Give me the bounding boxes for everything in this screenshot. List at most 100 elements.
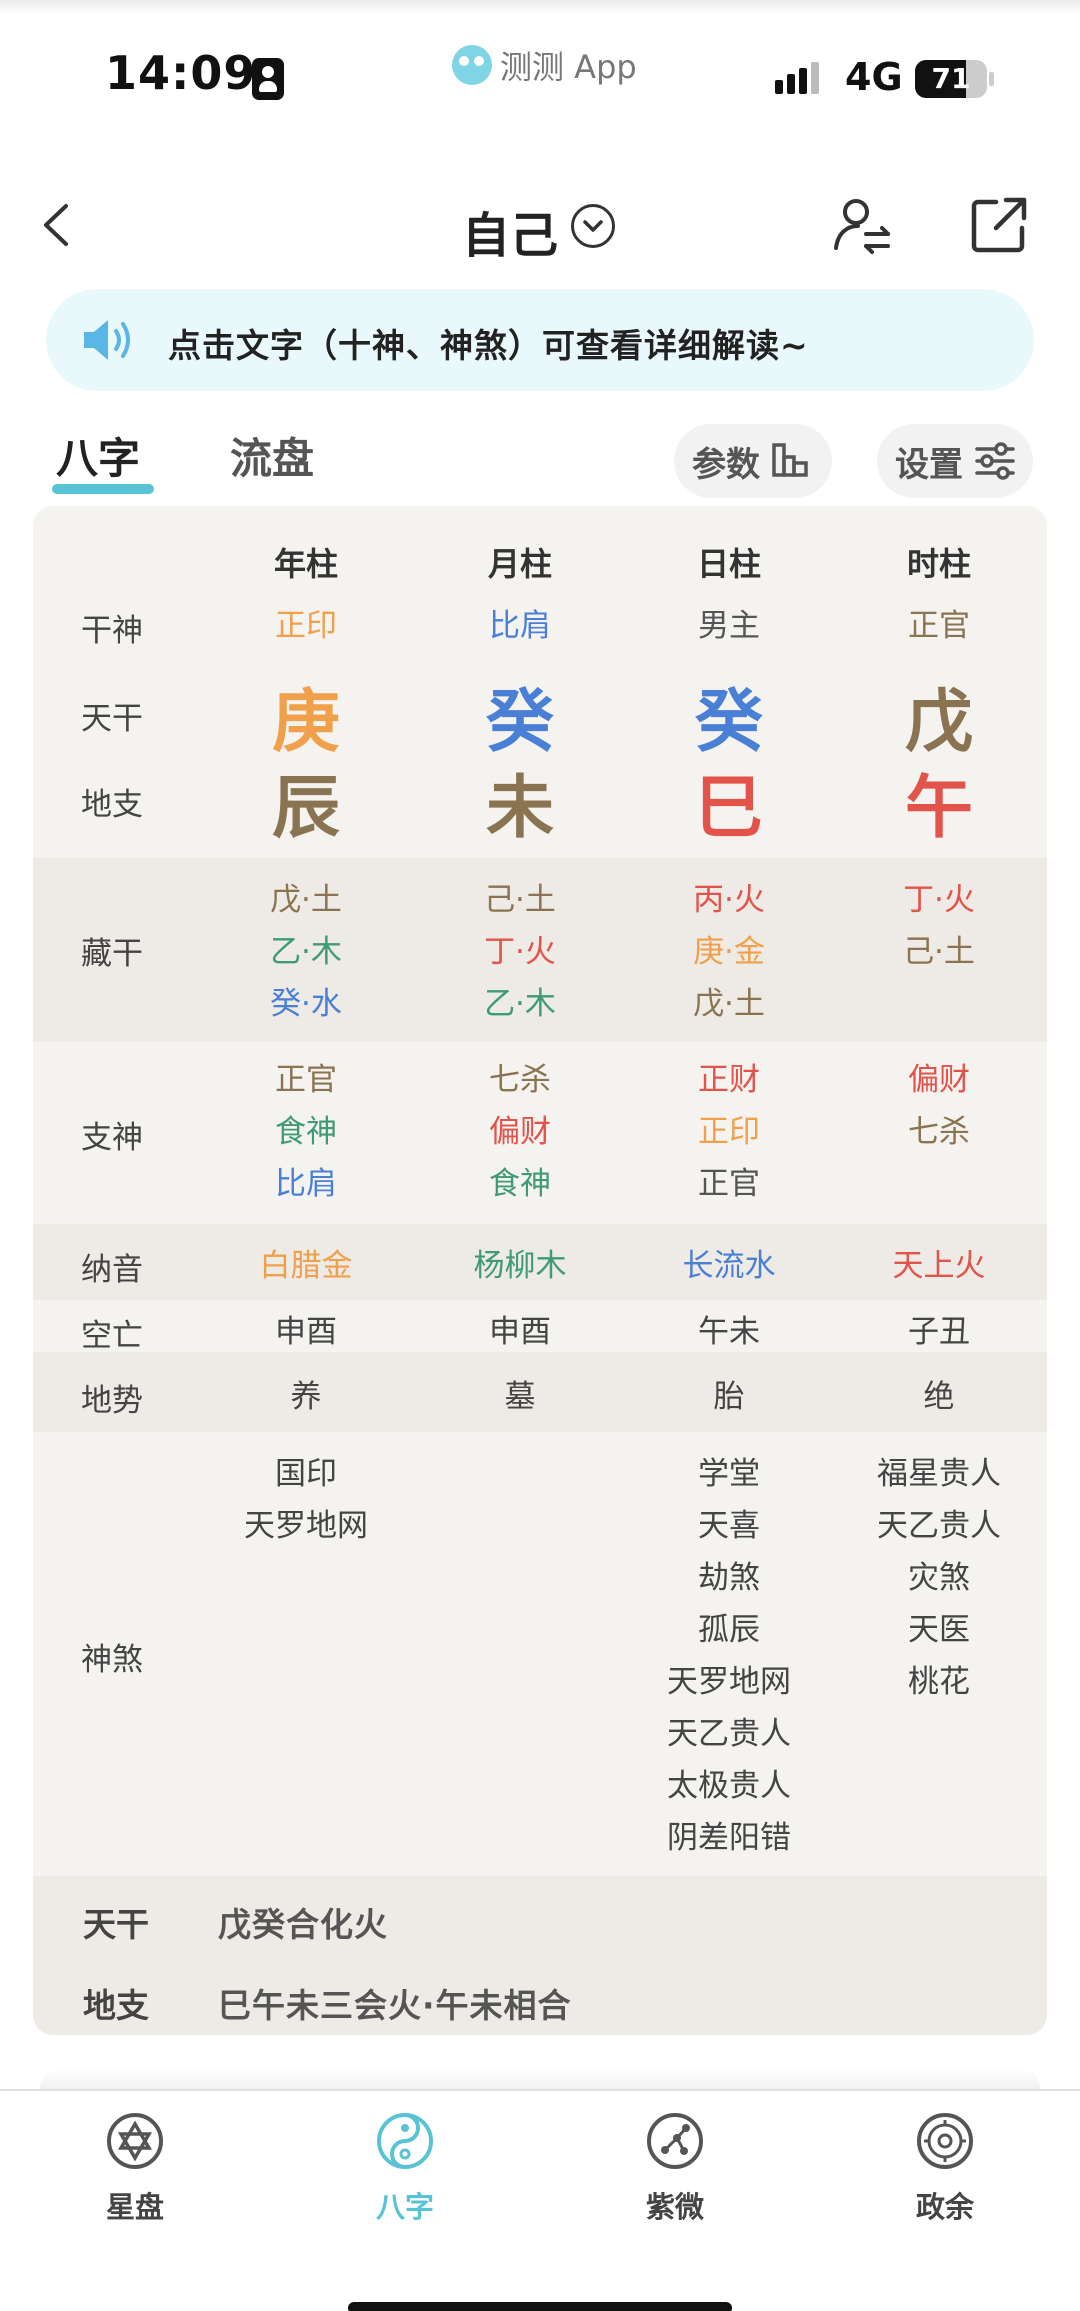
pillar-zhishen-item[interactable]: 食神 [410, 1158, 630, 1203]
pillar-kongwang: 申酉 [275, 1314, 337, 1350]
pillar-header: 年柱 [273, 545, 338, 583]
tab-underline [52, 484, 154, 494]
pillar-zhishen-item[interactable]: 正财 [619, 1054, 839, 1099]
pillar-canggan-item[interactable]: 乙·木 [410, 978, 630, 1023]
pillar-zhishen-item[interactable]: 比肩 [196, 1158, 416, 1203]
params-button[interactable]: 参数 [674, 424, 832, 498]
settings-button[interactable]: 设置 [877, 424, 1033, 498]
pillar-zhishen-item[interactable]: 正官 [619, 1158, 839, 1203]
pillar-canggan-item[interactable]: 丁·火 [829, 874, 1047, 919]
nav-item-bazi[interactable]: 八字 [325, 2112, 485, 2226]
pillar-shensha-item[interactable]: 天罗地网 [196, 1500, 416, 1545]
pillar-zhishen-item[interactable]: 正官 [196, 1054, 416, 1099]
pillar-nayin[interactable]: 白腊金 [196, 1240, 416, 1285]
pillar-canggan-item[interactable]: 己·土 [829, 926, 1047, 971]
pillar-shensha-item[interactable]: 天乙贵人 [829, 1500, 1047, 1545]
top-shadow [0, 0, 1080, 14]
summary-dizhi-value[interactable]: 巳午未三会火·午未相合 [218, 1979, 572, 2027]
nav-bar: 自己 [0, 180, 1080, 270]
row-label-shensha: 神煞 [81, 1642, 143, 1678]
summary-dizhi-label: 地支 [83, 1986, 149, 2025]
pillar-nayin[interactable]: 天上火 [829, 1240, 1047, 1285]
pillar-canggan-item[interactable]: 丙·火 [619, 874, 839, 919]
back-arrow-icon[interactable] [36, 200, 76, 250]
pillar-shensha-item[interactable]: 学堂 [619, 1448, 839, 1493]
home-indicator [348, 2302, 732, 2311]
pillar-shensha-item[interactable]: 灾煞 [829, 1552, 1047, 1597]
pillar-zhishen-item[interactable]: 食神 [196, 1106, 416, 1151]
app-label: 测测 App [500, 48, 637, 86]
pillar-zhishen-item[interactable]: 偏财 [410, 1106, 630, 1151]
sliders-icon [975, 442, 1015, 480]
compass-icon [917, 2113, 973, 2169]
person-icon [252, 58, 284, 100]
pillar-canggan-item[interactable]: 戊·土 [619, 978, 839, 1023]
pillar-shensha-item[interactable]: 孤辰 [619, 1604, 839, 1649]
pillar-shensha-item[interactable]: 劫煞 [619, 1552, 839, 1597]
pillar-zhishen-item[interactable]: 偏财 [829, 1054, 1047, 1099]
nav-item-ziwei[interactable]: 紫微 [595, 2112, 755, 2226]
nav-item-zhengyu[interactable]: 政余 [865, 2112, 1025, 2226]
nav-item-xingpan[interactable]: 星盘 [55, 2112, 215, 2226]
pillar-nayin[interactable]: 杨柳木 [410, 1240, 630, 1285]
pillar-canggan-item[interactable]: 癸·水 [196, 978, 416, 1023]
nav-label-xingpan: 星盘 [105, 2190, 164, 2224]
pillar-canggan-item[interactable]: 丁·火 [410, 926, 630, 971]
tab-liupan[interactable]: 流盘 [230, 425, 314, 486]
row-label-canggan: 藏干 [81, 936, 143, 972]
pillar-kongwang: 子丑 [908, 1314, 970, 1350]
pillar-canggan-item[interactable]: 乙·木 [196, 926, 416, 971]
pillar-dishi: 养 [290, 1379, 322, 1415]
pillar-shensha-item[interactable]: 天医 [829, 1604, 1047, 1649]
pillar-header: 时柱 [906, 545, 971, 583]
switch-user-icon[interactable] [830, 194, 892, 256]
pillar-dizhi: 未 [485, 769, 554, 848]
pillar-shishen[interactable]: 正印 [196, 600, 416, 645]
pillar-shensha-item[interactable]: 天乙贵人 [619, 1708, 839, 1753]
pillar-header: 日柱 [696, 545, 761, 583]
battery-level: 71 [931, 62, 971, 95]
pillar-shensha-item[interactable]: 天罗地网 [619, 1656, 839, 1701]
row-label-dizhi: 地支 [81, 787, 143, 823]
pillar-zhishen-item[interactable]: 七杀 [410, 1054, 630, 1099]
pillar-shishen[interactable]: 男主 [619, 600, 839, 645]
chevron-down-icon[interactable] [571, 204, 615, 248]
share-icon[interactable] [968, 194, 1030, 256]
pillar-shensha-item[interactable]: 国印 [196, 1448, 416, 1493]
pillar-shensha-item[interactable]: 太极贵人 [619, 1760, 839, 1805]
pillar-dishi: 墓 [504, 1379, 536, 1415]
tab-bazi[interactable]: 八字 [56, 425, 140, 486]
nav-label-bazi: 八字 [375, 2190, 434, 2224]
tip-text: 点击文字（十神、神煞）可查看详细解读~ [168, 326, 809, 365]
pillar-shensha-item[interactable]: 天喜 [619, 1500, 839, 1545]
pillar-shensha-item[interactable]: 福星贵人 [829, 1448, 1047, 1493]
pillar-shishen[interactable]: 比肩 [410, 600, 630, 645]
pillar-zhishen-item[interactable]: 正印 [619, 1106, 839, 1151]
pillar-dizhi: 巳 [694, 769, 763, 848]
summary-tiangan-value[interactable]: 戊癸合化火 [218, 1898, 388, 1946]
yin-yang-icon [377, 2113, 433, 2169]
pillar-shishen[interactable]: 正官 [829, 600, 1047, 645]
pillar-tiangan: 癸 [694, 683, 763, 762]
constellation-icon [647, 2113, 703, 2169]
pillar-zhishen-item[interactable]: 七杀 [829, 1106, 1047, 1151]
row-label-zhishen: 支神 [81, 1120, 143, 1156]
pillar-tiangan: 戊 [904, 683, 973, 762]
bar-chart-icon [772, 443, 808, 477]
bottom-divider [0, 2089, 1080, 2091]
battery-icon: 71 [915, 60, 987, 98]
star-of-david-icon [107, 2113, 163, 2169]
pillar-shensha-item[interactable]: 桃花 [829, 1656, 1047, 1701]
pillar-shensha-item[interactable]: 阴差阳错 [619, 1812, 839, 1857]
summary-tiangan-label: 天干 [83, 1905, 149, 1944]
row-label-dishi: 地势 [81, 1383, 143, 1419]
row-label-kongwang: 空亡 [81, 1318, 143, 1354]
pillar-canggan-item[interactable]: 戊·土 [196, 874, 416, 919]
pillar-header: 月柱 [487, 545, 552, 583]
pillar-canggan-item[interactable]: 庚·金 [619, 926, 839, 971]
tip-banner[interactable]: 点击文字（十神、神煞）可查看详细解读~ [46, 289, 1034, 391]
bazi-chart-card: 干神 天干 地支 藏干 支神 纳音 空亡 地势 神煞 年柱 正印庚辰戊·土 乙·木癸… [33, 506, 1047, 2035]
pillar-nayin[interactable]: 长流水 [619, 1240, 839, 1285]
pillar-canggan-item[interactable]: 己·土 [410, 874, 630, 919]
profile-title[interactable]: 自己 [462, 196, 558, 266]
